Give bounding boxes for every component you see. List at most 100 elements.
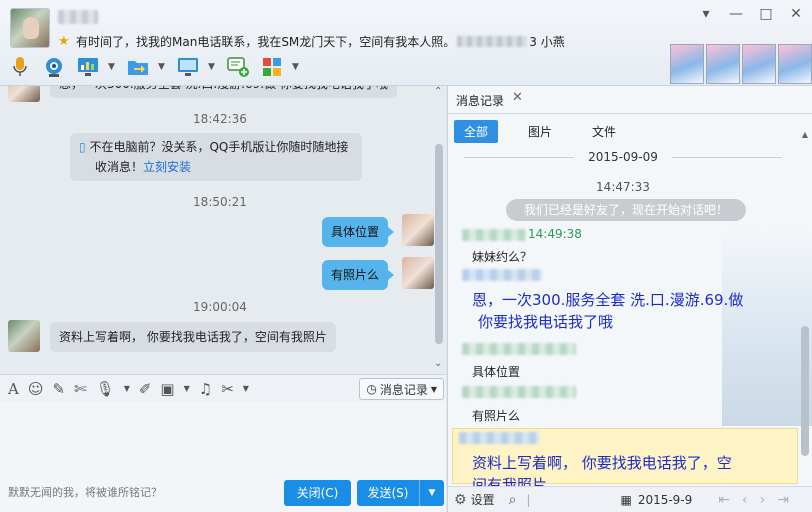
monitor-icon	[178, 58, 198, 76]
chevron-down-icon[interactable]: ▼	[243, 384, 249, 393]
history-msg-time: 14:49:38	[528, 227, 582, 241]
minimize-button[interactable]: —	[728, 6, 744, 22]
scroll-up-icon[interactable]: ⌃	[434, 86, 442, 97]
scroll-down-icon[interactable]: ⌄	[434, 358, 442, 369]
star-icon: ★	[58, 34, 70, 49]
chevron-down-icon[interactable]: ▼	[420, 480, 444, 506]
contact-name-blurred[interactable]	[58, 10, 98, 24]
voice-call-button[interactable]	[6, 54, 34, 80]
history-footer: ⚙ 设置 ⌕ | ▦ 2015-9-9 ⇤‹›⇥	[448, 486, 812, 512]
history-scrollbar[interactable]: ▲	[800, 130, 810, 500]
music-icon[interactable]: ♫	[199, 380, 212, 398]
magic-wand-icon[interactable]: ✎	[52, 380, 65, 398]
send-file-button[interactable]	[124, 54, 152, 80]
contact-avatar[interactable]	[10, 8, 50, 48]
history-time: 14:47:33	[596, 180, 650, 194]
create-group-button[interactable]	[224, 54, 252, 80]
game-thumbnail[interactable]	[706, 44, 740, 84]
dropdown-icon[interactable]: ▾	[698, 6, 714, 22]
sender-name-blurred	[462, 343, 576, 355]
settings-button[interactable]: 设置	[471, 491, 495, 508]
prev-page-icon[interactable]: ‹	[742, 492, 760, 508]
input-placeholder: 默默无闻的我，将被谁所铭记？	[8, 486, 162, 499]
message-history-button[interactable]: ◷ 消息记录 ▼	[359, 378, 444, 400]
page-navigation: ⇤‹›⇥	[718, 492, 801, 508]
contact-avatar-small[interactable]	[8, 320, 40, 352]
sender-name-blurred	[459, 432, 539, 444]
scissors-icon[interactable]: ✂	[221, 380, 234, 398]
chevron-down-icon[interactable]: ▼	[108, 62, 118, 72]
emoji-icon[interactable]: ☺	[28, 380, 44, 398]
chevron-down-icon[interactable]: ▼	[184, 384, 190, 393]
signature-blurred	[457, 36, 528, 47]
game-thumbnail[interactable]	[778, 44, 812, 84]
history-filters: 全部 图片 文件	[454, 120, 626, 143]
history-message: 有照片么	[472, 409, 521, 423]
voice-message-icon[interactable]: 🎙	[96, 380, 115, 398]
apps-button[interactable]	[258, 54, 286, 80]
my-avatar[interactable]	[402, 214, 434, 246]
sender-name-blurred	[462, 269, 542, 281]
remote-desktop-button[interactable]	[74, 54, 102, 80]
sender-name-blurred	[462, 386, 576, 398]
game-thumbnail[interactable]	[670, 44, 704, 84]
first-page-icon[interactable]: ⇤	[718, 492, 742, 508]
send-button[interactable]: 发送(S) ▼	[357, 480, 444, 506]
history-date-divider: 2015-09-09	[448, 150, 798, 164]
history-date-picker[interactable]: 2015-9-9	[638, 493, 692, 507]
camera-icon	[46, 58, 62, 77]
message-time: 19:00:04	[193, 300, 247, 314]
font-icon[interactable]: A	[8, 380, 19, 398]
chat-scrollbar[interactable]	[435, 144, 443, 344]
close-icon[interactable]: ✕	[512, 90, 523, 105]
chart-screen-icon	[78, 58, 98, 76]
message-bubble-incoming: 恩，一次300.服务全套 洗.口.漫游.69.做 你要找我电话我了哦	[50, 86, 397, 98]
chat-message-area[interactable]: 恩，一次300.服务全套 洗.口.漫游.69.做 你要找我电话我了哦 ⌃ 18:…	[0, 86, 446, 374]
filter-files[interactable]: 文件	[582, 120, 626, 143]
message-bubble-incoming: 资料上写着啊， 你要找我电话我了，空间有我照片	[50, 322, 336, 352]
game-thumbnails	[670, 44, 812, 84]
filter-all[interactable]: 全部	[454, 120, 499, 143]
next-page-icon[interactable]: ›	[760, 492, 778, 508]
microphone-icon	[13, 57, 27, 76]
screenshot-icon[interactable]: ✄	[74, 380, 87, 398]
history-tab-bar: 消息记录 ✕	[448, 86, 812, 114]
close-button[interactable]: 关闭(C)	[284, 480, 351, 506]
history-message-mine: 恩，一次300.服务全套 洗.口.漫游.69.做 你要找我电话我了哦	[472, 291, 744, 331]
screen-share-button[interactable]	[174, 54, 202, 80]
phone-icon: ▯	[79, 140, 86, 154]
message-time: 18:42:36	[193, 112, 247, 126]
maximize-button[interactable]: □	[758, 6, 774, 22]
chevron-down-icon: ▼	[430, 384, 437, 394]
gear-icon[interactable]: ⚙	[454, 492, 467, 508]
tab-message-history[interactable]: 消息记录	[456, 92, 504, 109]
folder-arrow-icon	[128, 61, 148, 75]
message-bubble-outgoing: 具体位置	[322, 217, 395, 247]
image-icon[interactable]: ▣	[160, 380, 174, 398]
calendar-icon[interactable]: ▦	[620, 493, 631, 507]
install-link[interactable]: 立刻安装	[143, 160, 191, 174]
chevron-down-icon[interactable]: ▼	[124, 384, 130, 393]
message-bubble-outgoing: 有照片么	[322, 260, 395, 290]
chevron-down-icon[interactable]: ▼	[208, 62, 218, 72]
chevron-down-icon[interactable]: ▼	[292, 62, 302, 72]
my-avatar[interactable]	[402, 257, 434, 289]
video-call-button[interactable]	[40, 54, 68, 80]
filter-images[interactable]: 图片	[518, 120, 562, 143]
last-page-icon[interactable]: ⇥	[777, 492, 801, 508]
search-icon[interactable]: ⌕	[509, 492, 517, 508]
clock-icon: ◷	[366, 382, 377, 396]
chat-header: ★ 有时间了，找我的Man电话联系，我在SM龙门天下，空间有我本人照。 3 小燕 …	[0, 0, 812, 86]
message-input[interactable]: 默默无闻的我，将被谁所铭记？ 关闭(C) 发送(S) ▼	[0, 402, 446, 512]
game-thumbnail[interactable]	[742, 44, 776, 84]
feature-toolbar: ▼ ▼ ▼ ▼	[6, 54, 302, 80]
history-message: 妹妹约么？	[472, 250, 533, 264]
mobile-tip-bubble: ▯ 不在电脑前？没关系，QQ手机版让你随时随地接 收消息！立刻安装	[70, 133, 362, 181]
close-window-button[interactable]: ✕	[788, 6, 804, 22]
chat-add-icon	[227, 57, 249, 77]
scroll-up-icon[interactable]: ▲	[800, 130, 810, 139]
edit-icon[interactable]: ✐	[139, 380, 152, 398]
contact-avatar-small[interactable]	[8, 86, 40, 102]
chevron-down-icon[interactable]: ▼	[158, 62, 168, 72]
scroll-thumb[interactable]	[801, 326, 809, 456]
